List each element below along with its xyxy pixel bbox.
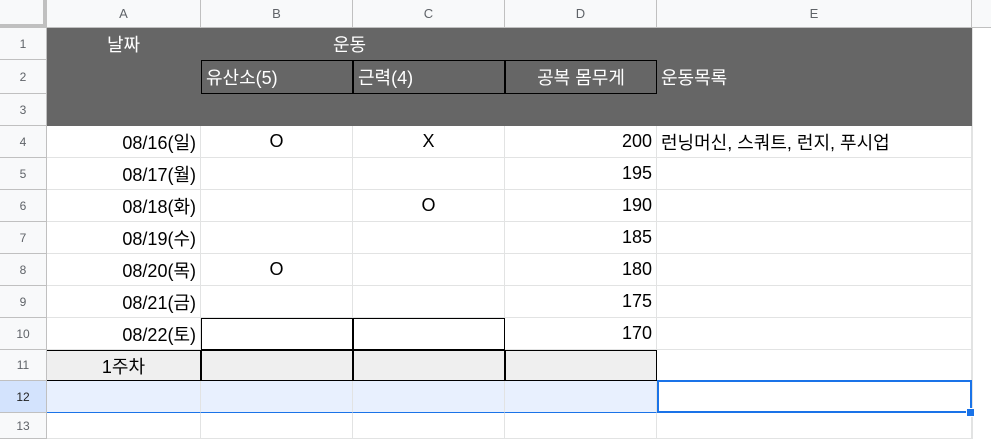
cell-d12[interactable] [505,381,657,413]
row-header-3[interactable]: 3 [0,94,47,126]
cell-d11[interactable] [505,350,657,381]
cell-cardio[interactable] [201,222,353,254]
cell-b2[interactable]: 유산소(5) [201,60,353,94]
row-header-11[interactable]: 11 [0,350,47,381]
cell-exercise-list[interactable] [657,254,972,286]
cell-cardio[interactable] [201,286,353,318]
column-header-overflow [972,0,991,28]
cell-b1[interactable] [201,28,353,60]
cell-date[interactable]: 08/19(수) [47,222,201,254]
cell-a3[interactable] [47,94,201,126]
spreadsheet-grid: A B C D E 1 2 3 4 5 6 7 8 9 10 11 12 13 … [0,0,991,439]
cell-d2[interactable]: 공복 몸무게 [505,60,657,94]
row-header-2[interactable]: 2 [0,60,47,94]
cell-exercise-list[interactable] [657,190,972,222]
offscreen-column-strip [972,28,991,439]
cell-strength[interactable]: X [353,126,505,158]
cell-date[interactable]: 08/21(금) [47,286,201,318]
cell-strength[interactable] [353,158,505,190]
cell-e3[interactable] [657,94,972,126]
cell-c12[interactable] [353,381,505,413]
cell-c11[interactable] [353,350,505,381]
cell-weight[interactable]: 195 [505,158,657,190]
cell-cardio[interactable] [201,318,353,350]
cell-date[interactable]: 08/16(일) [47,126,201,158]
cell-d13[interactable] [505,413,657,439]
cell-b3[interactable] [201,94,353,126]
cell-exercise-list[interactable] [657,222,972,254]
cell-weight[interactable]: 170 [505,318,657,350]
cell-date[interactable]: 08/20(목) [47,254,201,286]
column-header-d[interactable]: D [505,0,657,28]
cell-cardio[interactable]: O [201,254,353,286]
cell-b12[interactable] [201,381,353,413]
cell-date[interactable]: 08/22(토) [47,318,201,350]
row-header-8[interactable]: 8 [0,254,47,286]
cell-a1[interactable]: 날짜 [47,28,201,60]
cell-strength[interactable] [353,318,505,350]
cell-b11[interactable] [201,350,353,381]
cell-d3[interactable] [505,94,657,126]
cell-strength[interactable]: O [353,190,505,222]
cell-cardio[interactable] [201,158,353,190]
cell-exercise-list[interactable]: 런닝머신, 스쿼트, 런지, 푸시업 [657,126,972,158]
cell-e11[interactable] [657,350,972,381]
cell-e2[interactable]: 운동목록 [657,60,972,94]
row-header-5[interactable]: 5 [0,158,47,190]
cell-date[interactable]: 08/17(월) [47,158,201,190]
row-header-10[interactable]: 10 [0,318,47,350]
cell-c2[interactable]: 근력(4) [353,60,505,94]
row-header-1[interactable]: 1 [0,28,47,60]
cell-date[interactable]: 08/18(화) [47,190,201,222]
select-all-corner[interactable] [0,0,47,28]
cell-strength[interactable] [353,254,505,286]
cell-c13[interactable] [353,413,505,439]
row-header-6[interactable]: 6 [0,190,47,222]
cell-weight[interactable]: 190 [505,190,657,222]
cell-a13[interactable] [47,413,201,439]
cell-strength[interactable] [353,222,505,254]
row-header-9[interactable]: 9 [0,286,47,318]
row-header-12[interactable]: 12 [0,381,47,413]
cell-e1[interactable] [657,28,972,60]
cell-exercise-list[interactable] [657,318,972,350]
cell-weight[interactable]: 180 [505,254,657,286]
column-header-a[interactable]: A [47,0,201,28]
cell-exercise-list[interactable] [657,286,972,318]
row-header-13[interactable]: 13 [0,413,47,439]
cell-cardio[interactable] [201,190,353,222]
cell-a12[interactable] [47,381,201,413]
cell-c3[interactable] [353,94,505,126]
cell-a11-week-label[interactable]: 1주차 [47,350,201,381]
column-header-b[interactable]: B [201,0,353,28]
cell-c1-text: 운동 [333,34,367,55]
cell-b13[interactable] [201,413,353,439]
cell-weight[interactable]: 200 [505,126,657,158]
cell-d1[interactable] [505,28,657,60]
column-header-e[interactable]: E [657,0,972,28]
cell-e13[interactable] [657,413,972,439]
row-header-7[interactable]: 7 [0,222,47,254]
cell-weight[interactable]: 185 [505,222,657,254]
cell-exercise-list[interactable] [657,158,972,190]
column-header-c[interactable]: C [353,0,505,28]
active-cell-selection[interactable] [657,380,972,413]
cell-a2[interactable] [47,60,201,94]
cell-c1[interactable]: 운동 [333,28,505,60]
cell-cardio[interactable]: O [201,126,353,158]
cell-weight[interactable]: 175 [505,286,657,318]
row-header-4[interactable]: 4 [0,126,47,158]
cell-strength[interactable] [353,286,505,318]
fill-handle[interactable] [966,408,975,417]
